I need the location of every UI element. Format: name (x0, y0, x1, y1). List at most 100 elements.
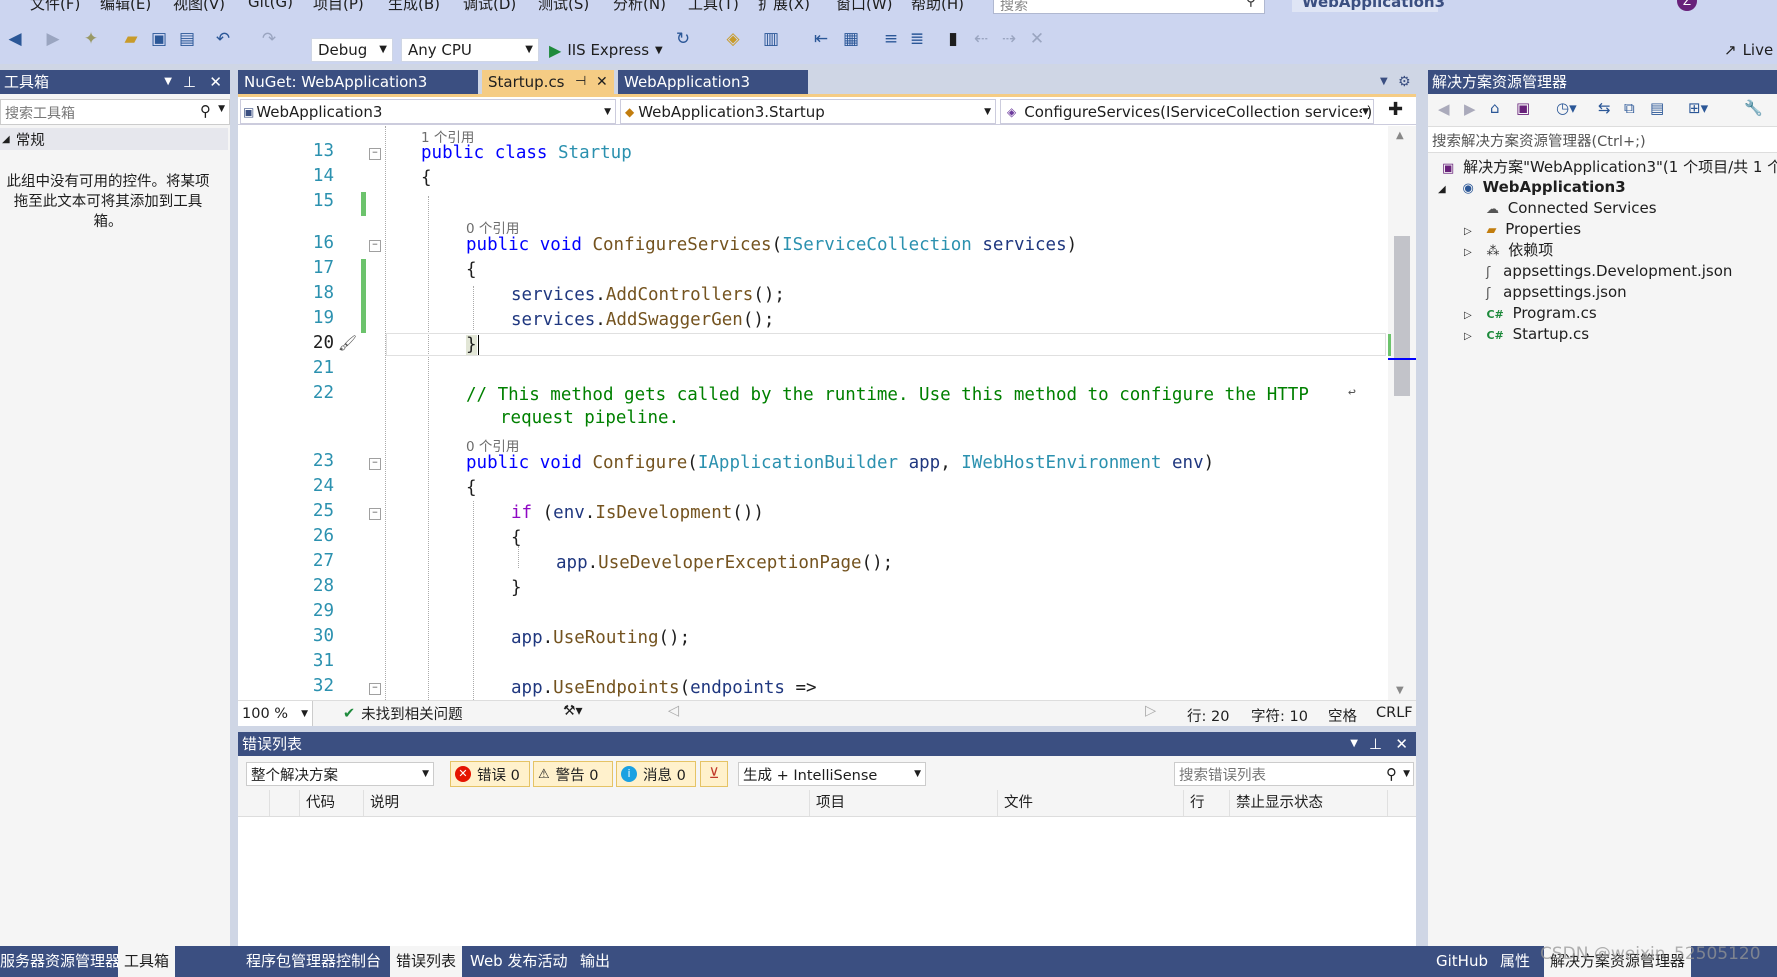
gear-icon[interactable]: ⚙ (1398, 70, 1411, 94)
fold-marker[interactable]: − (369, 508, 381, 520)
cleanup-brush-icon[interactable]: ⚒▾ (563, 703, 583, 719)
tab-toolbox[interactable]: 工具箱 (118, 946, 176, 977)
menu-project[interactable]: 项目(P) (313, 0, 364, 14)
nav-member-dropdown[interactable]: ◈ ConfigureServices(IServiceCollection s… (1000, 99, 1374, 124)
avatar[interactable]: Z (1677, 0, 1697, 11)
fold-marker[interactable]: − (369, 683, 381, 695)
tab-startup[interactable]: Startup.cs ⊣ ✕ (482, 70, 614, 94)
column-header-suppression[interactable]: 禁止显示状态 (1230, 790, 1388, 816)
bookmark-prev-icon[interactable]: ⇠ (970, 28, 992, 50)
fold-marker[interactable]: − (369, 240, 381, 252)
error-search-input[interactable]: 搜索错误列表 ⚲ ▼ (1174, 762, 1414, 786)
issues-indicator[interactable]: ✔ 未找到相关问题 (343, 701, 463, 726)
tab-server-explorer[interactable]: 服务器资源管理器 (0, 946, 120, 977)
undo-icon[interactable]: ↶ (212, 28, 234, 50)
column-header-severity[interactable] (270, 790, 300, 816)
save-all-icon[interactable]: ▤ (176, 28, 198, 50)
uncomment-icon[interactable]: ≣ (906, 28, 928, 50)
tree-item-startup[interactable]: ▷ C# Startup.cs (1428, 323, 1777, 346)
toolbar-icon-c[interactable]: ▦ (840, 28, 862, 50)
menu-edit[interactable]: 编辑(E) (100, 0, 151, 14)
column-header-project[interactable]: 项目 (810, 790, 998, 816)
fold-marker[interactable]: − (369, 458, 381, 470)
toolbox-search-input[interactable]: 搜索工具箱 ⚲ ▼ (0, 99, 230, 125)
quick-action-brush-icon[interactable]: 🖌 (338, 334, 357, 352)
platform-dropdown[interactable]: Any CPU ▼ (401, 38, 539, 62)
pending-changes-icon[interactable]: ◷▾ (1556, 99, 1577, 117)
home-icon[interactable]: ⌂ (1490, 99, 1500, 117)
menu-help[interactable]: 帮助(H) (911, 0, 964, 14)
live-share-button[interactable]: ↗ Live (1724, 38, 1773, 62)
toolbar-icon-b[interactable]: ⇤ (810, 28, 832, 50)
nav-class-dropdown[interactable]: ◆ WebApplication3.Startup ▼ (620, 99, 996, 124)
code-editor[interactable]: 13 14 15 16 17 18 19 20 21 22 23 24 25 2… (238, 126, 1388, 700)
toolbar-icon-a[interactable]: ▥ (760, 28, 782, 50)
browser-link-icon[interactable]: ◈ (722, 28, 744, 50)
pin-icon[interactable]: ⊣ (575, 70, 586, 94)
tab-web-publish[interactable]: Web 发布活动 (470, 946, 567, 977)
bookmark-icon[interactable]: ▮ (942, 28, 964, 50)
close-icon[interactable]: ✕ (596, 70, 608, 94)
tree-item-connected-services[interactable]: ☁ Connected Services (1428, 197, 1777, 220)
new-project-icon[interactable]: ✦ (80, 28, 102, 50)
scroll-down-icon[interactable]: ▼ (1396, 685, 1404, 696)
tree-item-project[interactable]: ◢ ◉ WebApplication3 (1428, 176, 1777, 199)
tree-item-appsettings[interactable]: ʃ appsettings.json (1428, 281, 1777, 304)
column-header-file[interactable]: 文件 (998, 790, 1184, 816)
close-icon[interactable]: ✕ (209, 70, 222, 94)
menu-extensions[interactable]: 扩展(X) (758, 0, 810, 14)
close-icon[interactable]: ✕ (1395, 732, 1408, 756)
properties-icon[interactable]: 🔧 (1744, 99, 1763, 117)
back-icon[interactable]: ◀ (4, 28, 26, 50)
tab-error-list[interactable]: 错误列表 (390, 946, 463, 977)
config-dropdown[interactable]: Debug ▼ (311, 38, 393, 62)
switch-views-icon[interactable]: ▣ (1516, 99, 1530, 117)
refresh-icon[interactable]: ↻ (672, 28, 694, 50)
back-icon[interactable]: ◀ (1438, 100, 1450, 118)
search-box[interactable]: 搜索 ⚲ (993, 0, 1265, 14)
tree-item-dependencies[interactable]: ▷ ⁂ 依赖项 (1428, 239, 1777, 262)
forward-icon[interactable]: ▶ (1464, 100, 1476, 118)
collapse-all-icon[interactable]: ⧉ (1624, 99, 1635, 117)
column-header-description[interactable]: 说明 (364, 790, 810, 816)
save-icon[interactable]: ▣ (148, 28, 170, 50)
toolbox-group-general[interactable]: ◢ 常规 (0, 128, 228, 150)
split-view-icon[interactable]: ✚ (1388, 99, 1403, 120)
preview-icon[interactable]: ⊞▾ (1688, 99, 1708, 117)
tab-properties[interactable]: 属性 (1500, 946, 1530, 977)
tab-output[interactable]: 输出 (580, 946, 610, 977)
menu-window[interactable]: 窗口(W) (836, 0, 893, 14)
error-scope-dropdown[interactable]: 整个解决方案 ▼ (246, 762, 434, 786)
open-folder-icon[interactable]: ▰ (120, 28, 142, 50)
chevron-down-icon[interactable]: ▼ (1350, 732, 1358, 756)
scroll-left-icon[interactable]: ◁ (668, 703, 679, 719)
tree-item-appsettings-dev[interactable]: ʃ appsettings.Development.json (1428, 260, 1777, 283)
zoom-dropdown[interactable]: 100 % ▼ (238, 701, 313, 726)
forward-icon[interactable]: ▶ (42, 28, 64, 50)
scroll-up-icon[interactable]: ▲ (1396, 130, 1404, 141)
solution-search-input[interactable]: 搜索解决方案资源管理器(Ctrl+;) (1428, 126, 1777, 153)
column-header-line[interactable]: 行 (1184, 790, 1230, 816)
messages-filter-button[interactable]: i 消息 0 (616, 761, 696, 787)
warnings-filter-button[interactable]: ⚠ 警告 0 (533, 761, 613, 787)
tab-github[interactable]: GitHub (1436, 946, 1488, 977)
errors-filter-button[interactable]: ✕ 错误 0 (450, 761, 530, 787)
filter-button[interactable]: ⊻ (700, 761, 728, 787)
build-filter-dropdown[interactable]: 生成 + IntelliSense ▼ (738, 762, 926, 786)
chevron-down-icon[interactable]: ▼ (164, 70, 172, 94)
vertical-scrollbar[interactable]: ▲ ▼ (1388, 126, 1416, 700)
tree-item-program[interactable]: ▷ C# Program.cs (1428, 302, 1777, 325)
tab-package-manager-console[interactable]: 程序包管理器控制台 (246, 946, 381, 977)
tab-webapp[interactable]: WebApplication3 (618, 70, 808, 94)
menu-tools[interactable]: 工具(T) (688, 0, 739, 14)
menu-test[interactable]: 测试(S) (538, 0, 589, 14)
scrollbar-thumb[interactable] (1394, 236, 1410, 396)
column-header-code[interactable]: 代码 (300, 790, 364, 816)
pin-icon[interactable]: ⊥ (1369, 732, 1382, 756)
show-all-files-icon[interactable]: ▤ (1650, 99, 1664, 117)
menu-analyze[interactable]: 分析(N) (613, 0, 666, 14)
tab-nuget[interactable]: NuGet: WebApplication3 (238, 70, 478, 94)
fold-marker[interactable]: − (369, 148, 381, 160)
pin-icon[interactable]: ⊥ (183, 70, 196, 94)
sync-icon[interactable]: ⇆ (1598, 99, 1611, 117)
